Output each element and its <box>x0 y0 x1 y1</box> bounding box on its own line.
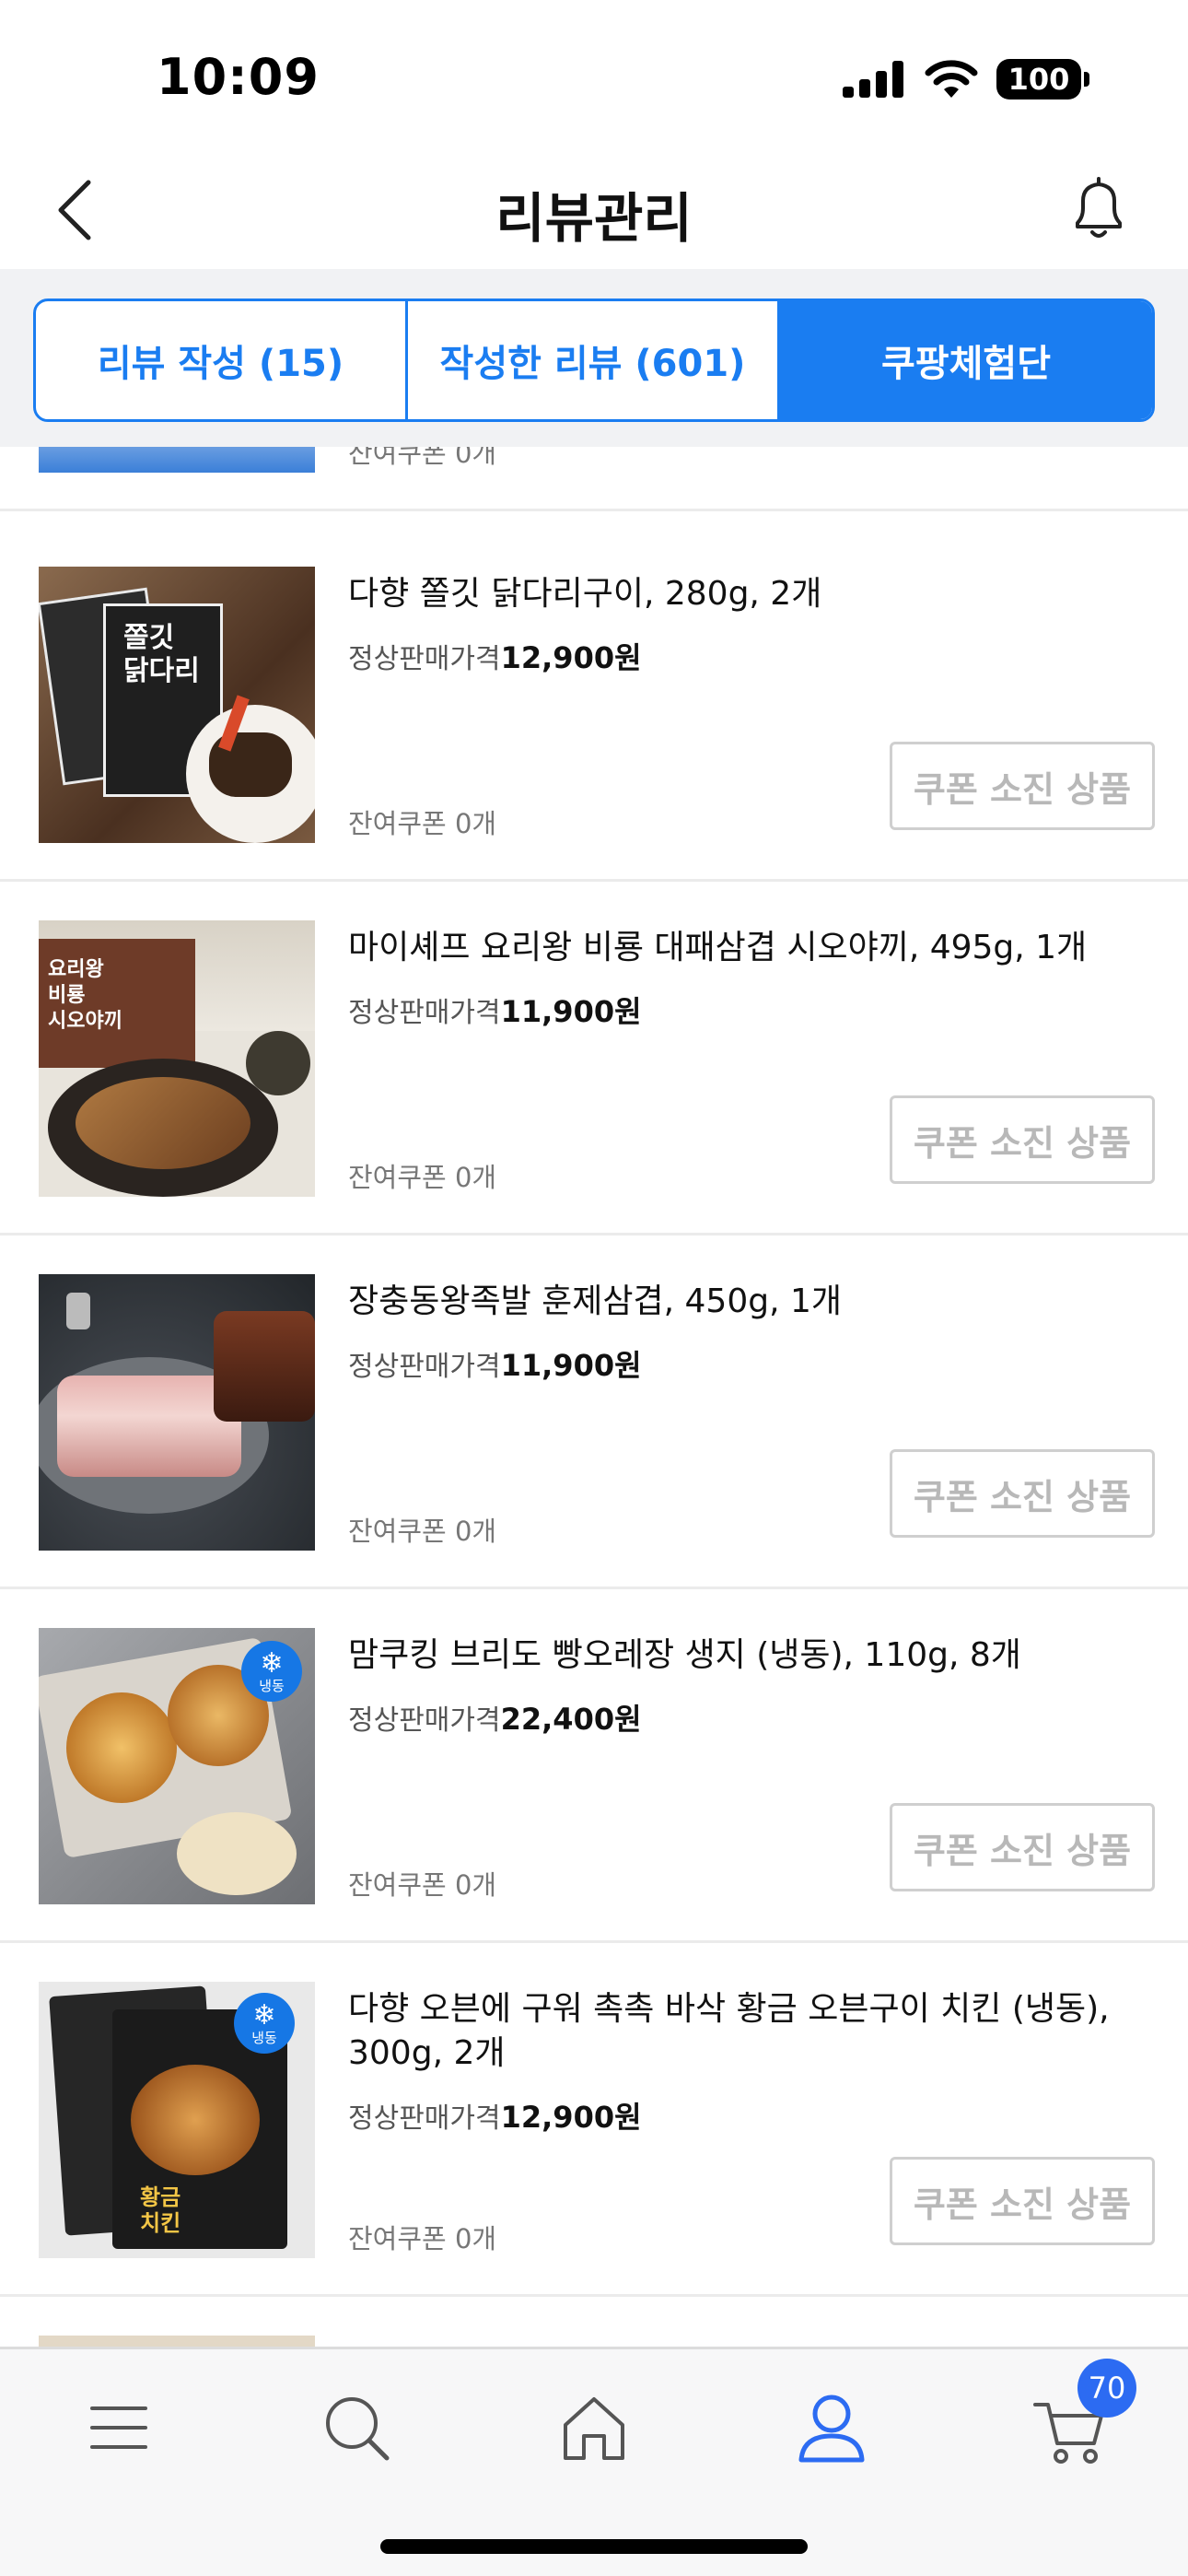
remaining-coupon: 잔여쿠폰 0개 <box>348 1516 497 1547</box>
list-item[interactable]: 요리왕 비룡 시오야끼 마이셰프 요리왕 비룡 대패삼겹 시오야끼, 495g,… <box>0 882 1188 1235</box>
remaining-coupon: 잔여쿠폰 0개 <box>348 1869 497 1901</box>
package-text: 쫄깃 <box>123 622 175 654</box>
coupon-exhausted-button[interactable]: 쿠폰 소진 상품 <box>890 1095 1155 1184</box>
cellular-signal-icon <box>843 61 903 98</box>
price-value: 22,400원 <box>500 1702 642 1737</box>
snowflake-icon: ❄ <box>260 1647 284 1680</box>
product-image <box>39 447 315 473</box>
list-item[interactable]: 황금 치킨 ❄ 냉동 다향 오븐에 구워 촉촉 바삭 황금 오븐구이 치킨 (냉… <box>0 1943 1188 2297</box>
frozen-label: 냉동 <box>251 2030 277 2046</box>
product-name[interactable]: 다향 오븐에 구워 촉촉 바삭 황금 오븐구이 치킨 (냉동), 300g, 2… <box>348 1987 1159 2076</box>
price-label: 정상판매가격 <box>348 2102 501 2135</box>
product-name[interactable]: 마이셰프 요리왕 비룡 대패삼겹 시오야끼, 495g, 1개 <box>348 926 1159 970</box>
remaining-coupon: 잔여쿠폰 0개 <box>348 2223 497 2254</box>
home-indicator <box>380 2539 808 2554</box>
remaining-coupon: 잔여쿠폰 0개 <box>348 808 497 839</box>
coupon-exhausted-button[interactable]: 쿠폰 소진 상품 <box>890 2157 1155 2245</box>
product-price: 정상판매가격12,900원 <box>348 2094 642 2137</box>
tab-write-review[interactable]: 리뷰 작성 (15) <box>36 301 405 419</box>
header: 리뷰관리 <box>0 147 1188 269</box>
package-text: 시오야끼 <box>48 1010 122 1033</box>
remaining-coupon: 잔여쿠폰 0개 <box>348 1162 497 1193</box>
frozen-badge: ❄ 냉동 <box>241 1641 302 1702</box>
list-item-partial <box>0 2297 1188 2347</box>
user-icon[interactable] <box>790 2386 873 2469</box>
tab-bar: 리뷰 작성 (15) 작성한 리뷰 (601) 쿠팡체험단 <box>0 269 1188 447</box>
cart-count-badge: 70 <box>1077 2359 1136 2418</box>
coupon-exhausted-button[interactable]: 쿠폰 소진 상품 <box>890 1449 1155 1538</box>
price-label: 정상판매가격 <box>348 997 501 1029</box>
product-name[interactable]: 다향 쫄깃 닭다리구이, 280g, 2개 <box>348 572 1159 616</box>
status-time: 10:09 <box>157 48 320 106</box>
wifi-icon <box>925 60 978 98</box>
price-label: 정상판매가격 <box>348 643 501 675</box>
package-text: 비룡 <box>48 984 86 1007</box>
remaining-coupon: 잔여쿠폰 0개 <box>348 447 497 469</box>
list-item-partial: 잔여쿠폰 0개 <box>0 447 1188 511</box>
frozen-badge: ❄ 냉동 <box>234 1993 295 2054</box>
package-text: 황금 <box>140 2184 181 2210</box>
battery-indicator: 100 <box>996 59 1081 100</box>
package-text: 치킨 <box>140 2210 181 2236</box>
product-list[interactable]: 잔여쿠폰 0개 쫄깃 닭다리 다향 쫄깃 닭다리구이, 280g, 2개 정상판… <box>0 447 1188 2347</box>
price-value: 11,900원 <box>500 1348 642 1383</box>
product-name[interactable]: 장충동왕족발 훈제삼겹, 450g, 1개 <box>348 1280 1159 1324</box>
list-item[interactable]: 쫄깃 닭다리 다향 쫄깃 닭다리구이, 280g, 2개 정상판매가격12,90… <box>0 528 1188 882</box>
segmented-tabs: 리뷰 작성 (15) 작성한 리뷰 (601) 쿠팡체험단 <box>33 299 1155 422</box>
coupon-exhausted-button[interactable]: 쿠폰 소진 상품 <box>890 742 1155 830</box>
product-image: 요리왕 비룡 시오야끼 <box>39 920 315 1197</box>
status-bar: 10:09 100 <box>0 0 1188 147</box>
product-name[interactable]: 맘쿠킹 브리도 빵오레장 생지 (냉동), 110g, 8개 <box>348 1633 1159 1678</box>
product-image <box>39 2336 315 2347</box>
product-price: 정상판매가격22,400원 <box>348 1696 642 1739</box>
list-item[interactable]: 장충동왕족발 훈제삼겹, 450g, 1개 정상판매가격11,900원 잔여쿠폰… <box>0 1235 1188 1589</box>
price-label: 정상판매가격 <box>348 1704 501 1737</box>
product-price: 정상판매가격12,900원 <box>348 635 642 677</box>
price-value: 12,900원 <box>500 2100 642 2135</box>
search-icon[interactable] <box>315 2386 398 2469</box>
coupon-exhausted-button[interactable]: 쿠폰 소진 상품 <box>890 1803 1155 1891</box>
product-image: 쫄깃 닭다리 <box>39 567 315 843</box>
package-text: 요리왕 <box>48 958 104 981</box>
price-value: 11,900원 <box>500 994 642 1029</box>
product-price: 정상판매가격11,900원 <box>348 989 642 1031</box>
battery-tip <box>1084 72 1089 87</box>
package-text: 닭다리 <box>123 655 200 687</box>
bell-icon[interactable] <box>1066 175 1131 245</box>
tab-written-reviews[interactable]: 작성한 리뷰 (601) <box>405 301 777 419</box>
product-price: 정상판매가격11,900원 <box>348 1342 642 1385</box>
price-label: 정상판매가격 <box>348 1351 501 1383</box>
tab-experience-group[interactable]: 쿠팡체험단 <box>777 301 1152 419</box>
menu-icon[interactable] <box>77 2386 160 2469</box>
product-image <box>39 1274 315 1551</box>
page-title: 리뷰관리 <box>495 187 693 250</box>
frozen-label: 냉동 <box>259 1678 285 1694</box>
price-value: 12,900원 <box>500 640 642 675</box>
snowflake-icon: ❄ <box>252 1999 276 2032</box>
home-icon[interactable] <box>553 2386 635 2469</box>
list-item[interactable]: ❄ 냉동 맘쿠킹 브리도 빵오레장 생지 (냉동), 110g, 8개 정상판매… <box>0 1589 1188 1943</box>
